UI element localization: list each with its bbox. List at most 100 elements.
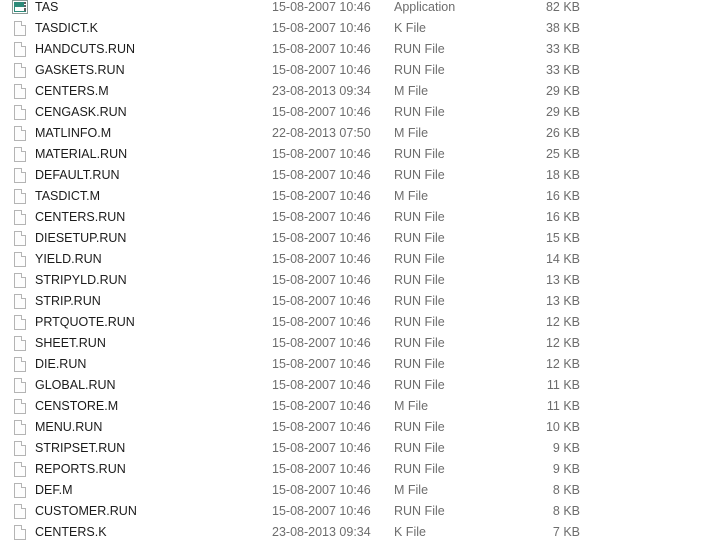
- file-date-modified: 15-08-2007 10:46: [272, 483, 371, 497]
- file-size: 7 KB: [552, 525, 580, 539]
- file-size: 11 KB: [546, 399, 580, 413]
- file-row[interactable]: MATLINFO.M 22-08-2013 07:50 M File 26 KB: [0, 123, 714, 144]
- file-row[interactable]: SHEET.RUN 15-08-2007 10:46 RUN File 12 KB: [0, 333, 714, 354]
- file-type: RUN File: [394, 462, 445, 476]
- file-size: 10 KB: [545, 420, 580, 434]
- file-row[interactable]: CENTERS.RUN 15-08-2007 10:46 RUN File 16 KB: [0, 207, 714, 228]
- file-type: RUN File: [394, 42, 445, 56]
- file-date-modified: 15-08-2007 10:46: [272, 147, 371, 161]
- document-icon: [12, 251, 29, 268]
- file-type: Application: [394, 0, 456, 14]
- document-icon: [12, 104, 29, 121]
- file-size: 29 KB: [545, 84, 580, 98]
- file-row[interactable]: DIESETUP.RUN 15-08-2007 10:46 RUN File 15 K…: [0, 228, 714, 249]
- file-date-modified: 15-08-2007 10:46: [272, 63, 371, 77]
- file-row[interactable]: CENTERS.M 23-08-2013 09:34 M File 29 KB: [0, 81, 714, 102]
- file-size: 25 KB: [545, 147, 580, 161]
- file-name: HANDCUTS.RUN: [35, 42, 135, 56]
- file-date-modified: 15-08-2007 10:46: [272, 231, 371, 245]
- file-name: CUSTOMER.RUN: [35, 504, 137, 518]
- document-icon: [12, 293, 29, 310]
- file-name: CENTERS.K: [35, 525, 107, 539]
- document-icon: [12, 83, 29, 100]
- file-row[interactable]: REPORTS.RUN 15-08-2007 10:46 RUN File 9 KB: [0, 459, 714, 480]
- document-icon: [12, 314, 29, 331]
- file-row[interactable]: DIE.RUN 15-08-2007 10:46 RUN File 12 KB: [0, 354, 714, 375]
- file-size: 9 KB: [552, 462, 580, 476]
- file-type: RUN File: [394, 420, 445, 434]
- file-row[interactable]: YIELD.RUN 15-08-2007 10:46 RUN File 14 KB: [0, 249, 714, 270]
- file-date-modified: 15-08-2007 10:46: [272, 462, 371, 476]
- file-name: YIELD.RUN: [35, 252, 102, 266]
- file-name: GASKETS.RUN: [35, 63, 125, 77]
- file-size: 82 KB: [545, 0, 580, 14]
- file-row[interactable]: MENU.RUN 15-08-2007 10:46 RUN File 10 KB: [0, 417, 714, 438]
- file-size: 12 KB: [545, 315, 580, 329]
- file-date-modified: 15-08-2007 10:46: [272, 504, 371, 518]
- file-size: 8 KB: [552, 504, 580, 518]
- file-type: K File: [394, 21, 426, 35]
- file-size: 29 KB: [545, 105, 580, 119]
- file-row[interactable]: HANDCUTS.RUN 15-08-2007 10:46 RUN File 33 K…: [0, 39, 714, 60]
- file-date-modified: 15-08-2007 10:46: [272, 42, 371, 56]
- file-type: RUN File: [394, 315, 445, 329]
- file-type: RUN File: [394, 378, 445, 392]
- file-row[interactable]: CENSTORE.M 15-08-2007 10:46 M File 11 KB: [0, 396, 714, 417]
- document-icon: [12, 482, 29, 499]
- file-row[interactable]: TASDICT.K 15-08-2007 10:46 K File 38 KB: [0, 18, 714, 39]
- file-row[interactable]: CENTERS.K 23-08-2013 09:34 K File 7 KB: [0, 522, 714, 543]
- file-date-modified: 15-08-2007 10:46: [272, 357, 371, 371]
- file-date-modified: 15-08-2007 10:46: [272, 273, 371, 287]
- file-row[interactable]: CENGASK.RUN 15-08-2007 10:46 RUN File 29 KB: [0, 102, 714, 123]
- file-type: RUN File: [394, 168, 445, 182]
- file-row[interactable]: STRIPYLD.RUN 15-08-2007 10:46 RUN File 13 K…: [0, 270, 714, 291]
- file-list[interactable]: TAS 15-08-2007 10:46 Application 82 KB TASDI…: [0, 0, 714, 543]
- file-type: RUN File: [394, 231, 445, 245]
- file-date-modified: 15-08-2007 10:46: [272, 168, 371, 182]
- file-row[interactable]: GASKETS.RUN 15-08-2007 10:46 RUN File 33 KB: [0, 60, 714, 81]
- file-type: RUN File: [394, 63, 445, 77]
- file-row[interactable]: STRIP.RUN 15-08-2007 10:46 RUN File 13 KB: [0, 291, 714, 312]
- file-row[interactable]: TAS 15-08-2007 10:46 Application 82 KB: [0, 0, 714, 18]
- file-name: DIESETUP.RUN: [35, 231, 127, 245]
- file-type: M File: [394, 84, 429, 98]
- file-row[interactable]: DEFAULT.RUN 15-08-2007 10:46 RUN File 18 KB: [0, 165, 714, 186]
- file-size: 12 KB: [545, 357, 580, 371]
- document-icon: [12, 125, 29, 142]
- file-size: 16 KB: [545, 189, 580, 203]
- file-row[interactable]: CUSTOMER.RUN 15-08-2007 10:46 RUN File 8 KB: [0, 501, 714, 522]
- document-icon: [12, 272, 29, 289]
- file-row[interactable]: MATERIAL.RUN 15-08-2007 10:46 RUN File 25 K…: [0, 144, 714, 165]
- file-type: M File: [394, 483, 429, 497]
- file-size: 16 KB: [545, 210, 580, 224]
- document-icon: [12, 524, 29, 541]
- file-date-modified: 15-08-2007 10:46: [272, 0, 371, 14]
- file-type: RUN File: [394, 357, 445, 371]
- file-name: MATERIAL.RUN: [35, 147, 128, 161]
- file-name: TASDICT.M: [35, 189, 101, 203]
- file-date-modified: 15-08-2007 10:46: [272, 105, 371, 119]
- file-date-modified: 15-08-2007 10:46: [272, 378, 371, 392]
- file-type: M File: [394, 399, 429, 413]
- document-icon: [12, 167, 29, 184]
- file-name: SHEET.RUN: [35, 336, 106, 350]
- file-type: RUN File: [394, 504, 445, 518]
- document-icon: [12, 356, 29, 373]
- file-date-modified: 15-08-2007 10:46: [272, 399, 371, 413]
- file-type: M File: [394, 189, 429, 203]
- file-row[interactable]: PRTQUOTE.RUN 15-08-2007 10:46 RUN File 12 K…: [0, 312, 714, 333]
- file-date-modified: 15-08-2007 10:46: [272, 336, 371, 350]
- file-date-modified: 15-08-2007 10:46: [272, 294, 371, 308]
- file-size: 8 KB: [552, 483, 580, 497]
- file-type: RUN File: [394, 294, 445, 308]
- file-type: RUN File: [394, 441, 445, 455]
- file-name: TAS: [35, 0, 59, 14]
- document-icon: [12, 41, 29, 58]
- file-type: RUN File: [394, 252, 445, 266]
- file-row[interactable]: DEF.M 15-08-2007 10:46 M File 8 KB: [0, 480, 714, 501]
- file-type: RUN File: [394, 210, 445, 224]
- document-icon: [12, 398, 29, 415]
- file-row[interactable]: STRIPSET.RUN 15-08-2007 10:46 RUN File 9 KB: [0, 438, 714, 459]
- file-row[interactable]: GLOBAL.RUN 15-08-2007 10:46 RUN File 11 KB: [0, 375, 714, 396]
- file-row[interactable]: TASDICT.M 15-08-2007 10:46 M File 16 KB: [0, 186, 714, 207]
